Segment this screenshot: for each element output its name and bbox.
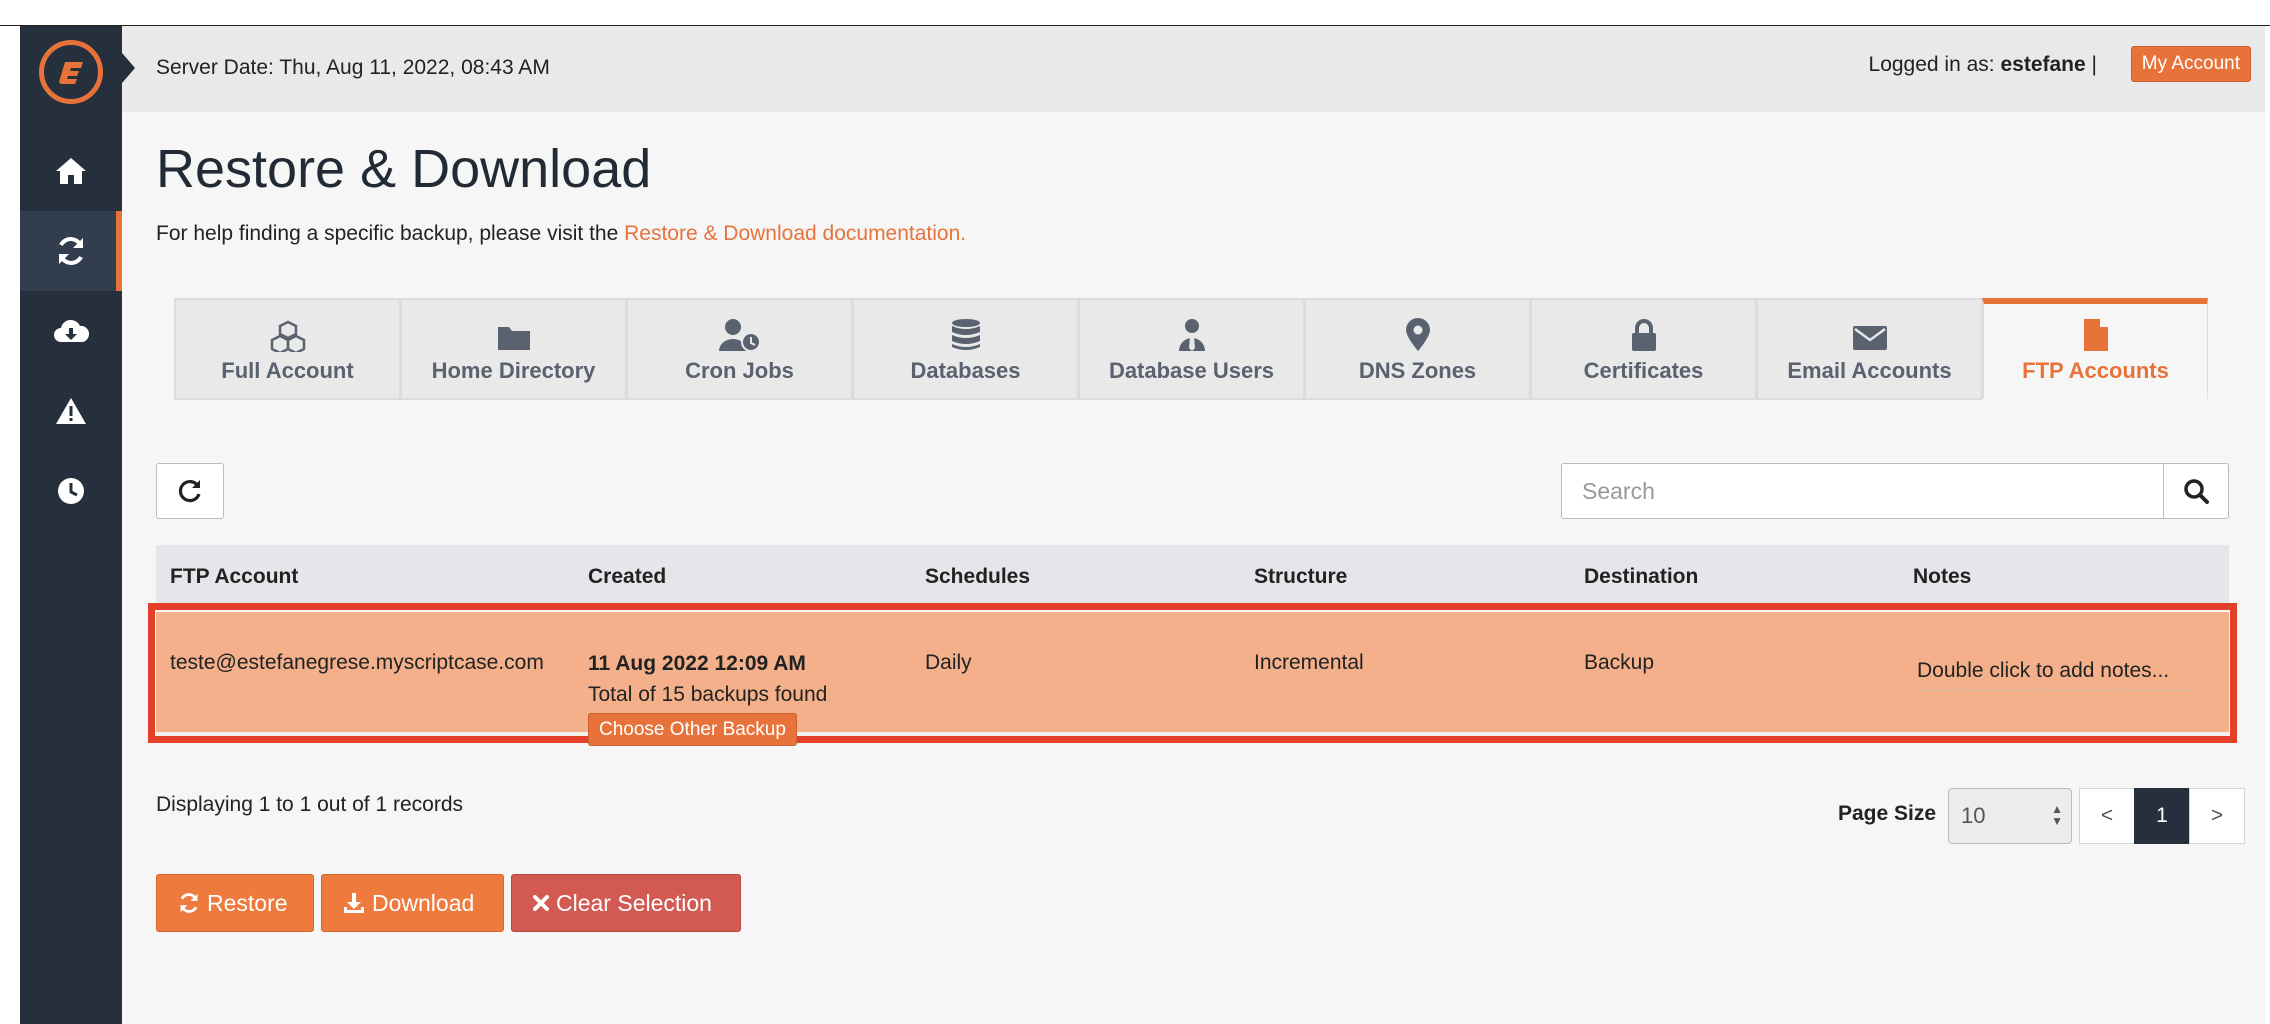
search-input[interactable] — [1561, 463, 2163, 519]
app-page: Server Date: Thu, Aug 11, 2022, 08:43 AM… — [20, 26, 2265, 1024]
close-icon — [533, 895, 549, 911]
tab-label: Full Account — [221, 358, 354, 383]
user-clock-icon — [718, 319, 761, 352]
page-size-value: 10 — [1961, 803, 1986, 828]
map-marker-icon — [1405, 318, 1430, 351]
restore-label: Restore — [207, 889, 288, 916]
tab-label: FTP Accounts — [2022, 358, 2169, 383]
sidebar-item-history[interactable] — [20, 451, 122, 531]
envelope-icon — [1852, 326, 1887, 350]
sidebar — [20, 26, 122, 1024]
choose-other-backup-button[interactable]: Choose Other Backup — [588, 713, 797, 746]
sidebar-item-download[interactable] — [20, 291, 122, 371]
created-date: 11 Aug 2022 12:09 AM — [588, 652, 806, 675]
refresh-icon — [178, 479, 201, 503]
refresh-button[interactable] — [156, 463, 224, 519]
refresh-icon — [59, 237, 83, 265]
tab-dns-zones[interactable]: DNS Zones — [1304, 298, 1530, 400]
clear-selection-button[interactable]: Clear Selection — [511, 874, 741, 932]
page-title: Restore & Download — [156, 139, 652, 199]
help-text-prefix: For help finding a specific backup, plea… — [156, 222, 625, 245]
warning-icon — [56, 398, 86, 424]
restore-button[interactable]: Restore — [156, 874, 314, 932]
tab-label: Certificates — [1583, 358, 1704, 383]
tab-label: Email Accounts — [1787, 358, 1952, 383]
records-summary: Displaying 1 to 1 out of 1 records — [156, 793, 464, 816]
tab-home-directory[interactable]: Home Directory — [400, 298, 626, 400]
logged-in-label: Logged in as: — [1868, 53, 1995, 76]
download-button[interactable]: Download — [321, 874, 504, 932]
cell-created-total: Total of 15 backups found — [588, 683, 828, 706]
folder-icon — [497, 327, 530, 350]
username: estefane — [2000, 53, 2086, 76]
column-header-schedules[interactable]: Schedules — [925, 565, 1030, 589]
column-header-created[interactable]: Created — [588, 565, 666, 589]
file-icon — [2083, 319, 2108, 351]
tab-full-account[interactable]: Full Account — [174, 298, 400, 400]
refresh-icon — [180, 893, 198, 913]
column-header-ftp-account[interactable]: FTP Account — [170, 565, 298, 589]
search-icon — [2184, 479, 2209, 504]
main-content: Server Date: Thu, Aug 11, 2022, 08:43 AM… — [122, 26, 2265, 1024]
sidebar-item-restore[interactable] — [20, 211, 122, 291]
prev-page-button[interactable]: < — [2079, 788, 2135, 844]
tab-database-users[interactable]: Database Users — [1078, 298, 1304, 400]
column-header-destination[interactable]: Destination — [1584, 565, 1698, 589]
tab-email-accounts[interactable]: Email Accounts — [1756, 298, 1982, 400]
clock-icon — [58, 478, 84, 504]
download-label: Download — [372, 889, 475, 916]
search-button[interactable] — [2163, 463, 2229, 519]
cell-schedules: Daily — [925, 651, 972, 674]
top-bar: Server Date: Thu, Aug 11, 2022, 08:43 AM… — [122, 26, 2265, 112]
brand-logo[interactable] — [39, 40, 103, 104]
server-date: Server Date: Thu, Aug 11, 2022, 08:43 AM — [156, 56, 550, 79]
tab-certificates[interactable]: Certificates — [1530, 298, 1756, 400]
cell-destination: Backup — [1584, 651, 1655, 674]
table-header: FTP Account Created Schedules Structure … — [156, 545, 2229, 605]
cubes-icon — [270, 320, 305, 352]
logged-in-info: Logged in as: estefane | — [1869, 53, 2097, 77]
cell-notes-editable[interactable]: Double click to add notes... — [1913, 653, 2191, 691]
tab-databases[interactable]: Databases — [852, 298, 1078, 400]
tab-label: Database Users — [1108, 358, 1275, 383]
topbar-pointer — [122, 53, 135, 83]
cell-structure: Incremental — [1254, 651, 1364, 674]
page-size-label: Page Size — [1838, 802, 1937, 825]
column-header-structure[interactable]: Structure — [1254, 565, 1347, 589]
my-account-button[interactable]: My Account — [2130, 46, 2251, 82]
tab-label: Databases — [910, 358, 1021, 383]
next-page-button[interactable]: > — [2189, 788, 2245, 844]
window-top-edge — [0, 0, 2270, 26]
lock-icon — [1631, 319, 1656, 351]
page-button-current[interactable]: 1 — [2134, 788, 2190, 844]
database-icon — [951, 319, 980, 350]
select-arrows-icon: ▲ ▼ — [2051, 802, 2063, 828]
logo-icon — [59, 62, 83, 84]
tab-label: Cron Jobs — [685, 358, 794, 383]
cell-ftp-account: teste@estefanegrese.myscriptcase.com — [170, 651, 544, 674]
column-header-notes[interactable]: Notes — [1913, 565, 1971, 589]
help-text: For help finding a specific backup, plea… — [156, 222, 966, 246]
sidebar-item-alerts[interactable] — [20, 371, 122, 451]
pagination: < 1 > — [2079, 788, 2245, 844]
home-icon — [56, 158, 86, 184]
tab-cron-jobs[interactable]: Cron Jobs — [626, 298, 852, 400]
user-tie-icon — [1178, 319, 1205, 351]
page-size-select[interactable]: 10 ▲ ▼ — [1948, 788, 2072, 844]
download-icon — [344, 893, 364, 913]
tab-label: DNS Zones — [1358, 358, 1477, 383]
tab-bar: Full Account Home Directory Cron Jobs Da… — [174, 298, 2214, 400]
separator: | — [2091, 53, 2097, 76]
cell-created-date: 11 Aug 2022 12:09 AM — [588, 652, 806, 676]
search-group — [1561, 463, 2229, 519]
sidebar-item-home[interactable] — [20, 131, 122, 211]
tab-label: Home Directory — [431, 358, 596, 383]
tab-ftp-accounts[interactable]: FTP Accounts — [1982, 298, 2208, 400]
cloud-download-icon — [54, 319, 90, 342]
documentation-link[interactable]: Restore & Download documentation. — [624, 222, 966, 245]
clear-selection-label: Clear Selection — [556, 889, 712, 916]
